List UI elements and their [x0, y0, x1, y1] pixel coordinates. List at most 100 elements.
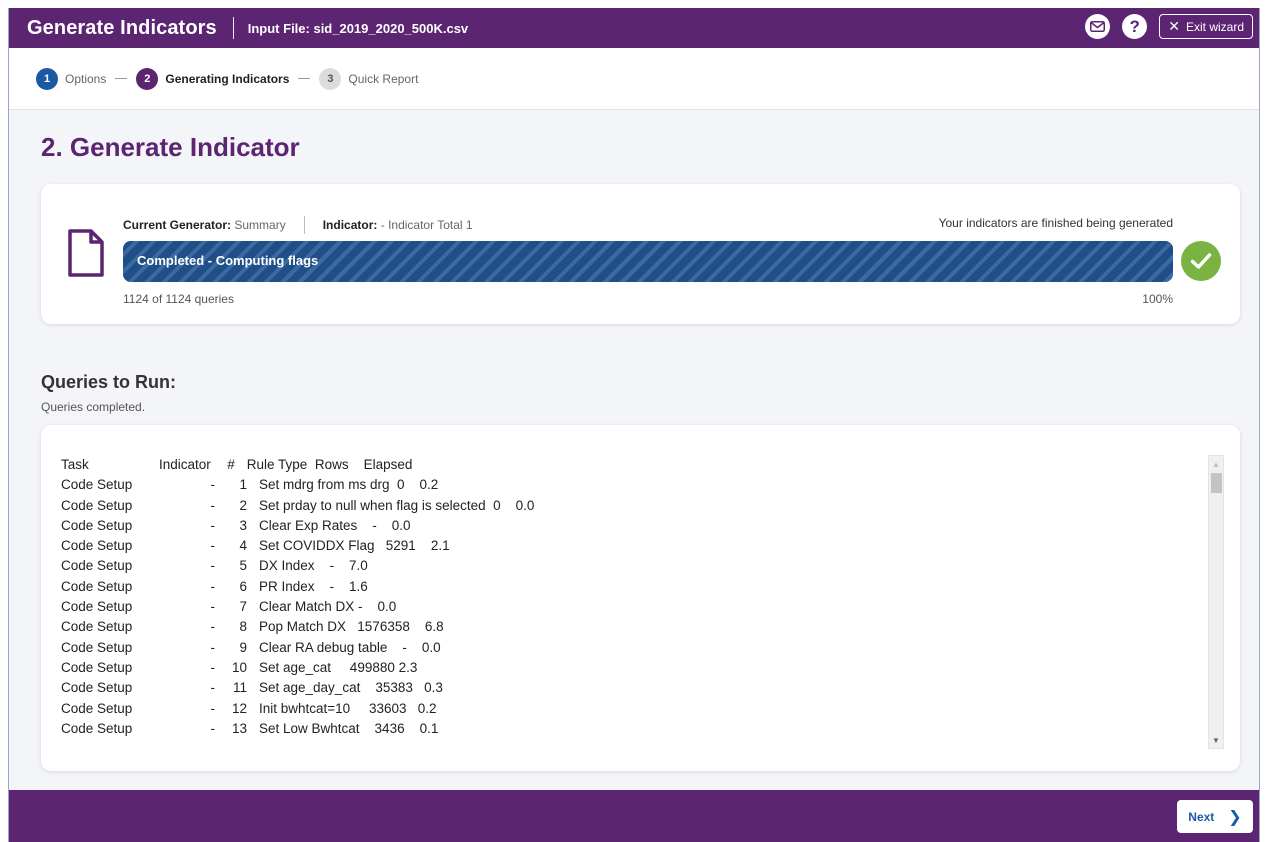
log-task: Code Setup — [61, 538, 133, 554]
log-task: Code Setup — [61, 720, 133, 736]
log-rule: Pop Match DX 1576358 6.8 — [259, 619, 444, 635]
log-col-rest: Rule Type Rows Elapsed — [246, 457, 413, 472]
log-num: 7 — [239, 599, 247, 615]
log-indicator: - — [210, 517, 216, 533]
log-task: Code Setup — [61, 497, 133, 513]
next-label: Next — [1188, 809, 1215, 824]
log-rule: DX Index - 7.0 — [259, 558, 368, 574]
log-col-num: # — [227, 457, 235, 472]
close-icon: ✕ — [1168, 18, 1180, 34]
check-icon — [1181, 241, 1221, 281]
log-task: Code Setup — [61, 578, 133, 594]
scroll-down-icon[interactable]: ▼ — [1209, 732, 1223, 748]
log-row: Code Setup - 4 Set COVIDDX Flag 5291 2.1 — [61, 538, 1201, 558]
log-task: Code Setup — [61, 659, 133, 675]
log-indicator: - — [210, 578, 216, 594]
page-title: 2. Generate Indicator — [41, 132, 300, 162]
next-button[interactable]: Next ❯ — [1177, 800, 1253, 833]
step-number: 1 — [36, 67, 58, 90]
log-indicator: - — [210, 477, 216, 493]
progress-percent: 100% — [1142, 292, 1173, 306]
log-indicator: - — [210, 720, 216, 736]
log-rule: Clear RA debug table - 0.0 — [259, 639, 441, 655]
queries-status: Queries completed. — [41, 400, 146, 414]
log-rule: Set prday to null when flag is selected … — [259, 497, 535, 513]
log-num: 5 — [239, 558, 247, 574]
log-rule: Init bwhtcat=10 33603 0.2 — [259, 700, 437, 716]
log-num: 12 — [231, 700, 247, 716]
header-bar: Generate Indicators Input File: sid_2019… — [9, 8, 1259, 48]
log-indicator: - — [210, 558, 216, 574]
app-title: Generate Indicators — [27, 16, 217, 39]
log-row: Code Setup - 3 Clear Exp Rates - 0.0 — [61, 518, 1201, 538]
log-indicator: - — [210, 497, 216, 513]
log-num: 13 — [231, 720, 247, 736]
log-num: 9 — [239, 639, 247, 655]
info-divider — [303, 216, 305, 234]
log-row: Code Setup - 1 Set mdrg from ms drg 0 0.2 — [61, 477, 1201, 497]
mail-button[interactable] — [1085, 14, 1111, 39]
scroll-up-icon[interactable]: ▲ — [1209, 456, 1223, 472]
step-generating-indicators[interactable]: 2 Generating Indicators — [136, 67, 290, 90]
log-indicator: - — [210, 599, 216, 615]
log-task: Code Setup — [61, 619, 133, 635]
step-quick-report[interactable]: 3 Quick Report — [319, 67, 419, 90]
step-label: Generating Indicators — [165, 71, 290, 86]
log-col-indicator: Indicator — [159, 457, 211, 472]
log-row: Code Setup - 9 Clear RA debug table - 0.0 — [61, 640, 1201, 660]
log-rule: PR Index - 1.6 — [259, 578, 368, 594]
log-task: Code Setup — [61, 477, 133, 493]
step-number: 2 — [136, 67, 159, 90]
log-indicator: - — [210, 639, 216, 655]
step-separator — [115, 78, 128, 79]
indicator-value: - Indicator Total 1 — [380, 218, 473, 232]
log-task: Code Setup — [61, 639, 133, 655]
log-num: 1 — [239, 477, 247, 493]
exit-wizard-label: Exit wizard — [1185, 19, 1244, 34]
log-num: 3 — [239, 517, 247, 533]
progress-bar: Completed - Computing flags — [123, 241, 1173, 282]
input-file-label: Input File: sid_2019_2020_500K.csv — [247, 20, 469, 36]
log-rule: Set mdrg from ms drg 0 0.2 — [259, 477, 439, 493]
indicator-label: Indicator: — [322, 218, 378, 232]
help-icon: ? — [1129, 16, 1140, 36]
log-num: 8 — [239, 619, 247, 635]
queries-log-panel: Task Indicator # Rule Type Rows Elapsed … — [41, 425, 1240, 771]
document-icon — [68, 229, 104, 277]
log-col-task: Task — [61, 457, 89, 472]
log-rule: Set age_day_cat 35383 0.3 — [259, 680, 443, 696]
finished-message: Your indicators are finished being gener… — [938, 216, 1173, 230]
progress-card: Current Generator: Summary Indicator: - … — [41, 184, 1240, 324]
footer-bar: Next ❯ — [9, 790, 1259, 842]
step-number: 3 — [319, 67, 342, 90]
scrollbar-thumb[interactable] — [1211, 473, 1222, 493]
help-button[interactable]: ? — [1122, 14, 1148, 39]
mail-icon — [1090, 21, 1106, 32]
step-label: Quick Report — [348, 71, 419, 86]
log-task: Code Setup — [61, 680, 133, 696]
log-task: Code Setup — [61, 700, 133, 716]
app-window: Generate Indicators Input File: sid_2019… — [8, 8, 1260, 842]
log-num: 10 — [231, 659, 247, 675]
log-scrollbar[interactable]: ▲ ▼ — [1208, 455, 1224, 749]
exit-wizard-button[interactable]: ✕ Exit wizard — [1159, 14, 1253, 39]
log-indicator: - — [210, 659, 216, 675]
log-row: Code Setup -12 Init bwhtcat=10 33603 0.2 — [61, 701, 1201, 721]
log-row: Code Setup - 8 Pop Match DX 1576358 6.8 — [61, 619, 1201, 639]
log-indicator: - — [210, 680, 216, 696]
log-task: Code Setup — [61, 517, 133, 533]
log-rule: Clear Match DX - 0.0 — [259, 599, 397, 615]
log-row: Code Setup - 7 Clear Match DX - 0.0 — [61, 599, 1201, 619]
log-row: Code Setup -13 Set Low Bwhtcat 3436 0.1 — [61, 721, 1201, 741]
log-rule: Set Low Bwhtcat 3436 0.1 — [259, 720, 439, 736]
log-rule: Set COVIDDX Flag 5291 2.1 — [259, 538, 450, 554]
log-num: 6 — [239, 578, 247, 594]
progress-bar-label: Completed - Computing flags — [137, 253, 319, 268]
log-rule: Set age_cat 499880 2.3 — [259, 659, 418, 675]
step-options[interactable]: 1 Options — [36, 67, 106, 90]
queries-log[interactable]: Task Indicator # Rule Type Rows Elapsed … — [61, 457, 1201, 747]
log-row: Code Setup -10 Set age_cat 499880 2.3 — [61, 660, 1201, 680]
log-num: 11 — [232, 680, 247, 696]
generator-info: Current Generator: Summary Indicator: - … — [123, 216, 1173, 234]
step-separator — [298, 78, 311, 79]
